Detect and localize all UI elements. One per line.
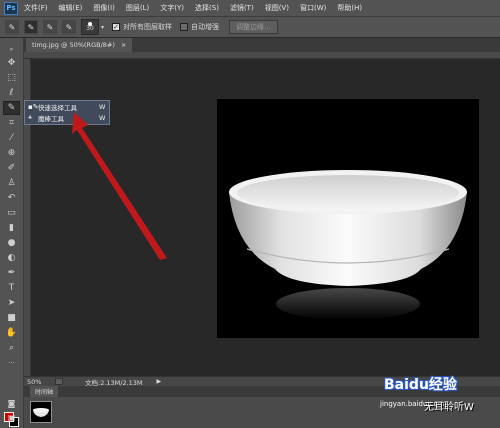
status-arrow-icon[interactable]: ▶ (157, 378, 162, 385)
timeline-tab[interactable]: 时间轴 (30, 386, 59, 397)
status-menu-icon[interactable] (55, 378, 63, 385)
zoom-level[interactable]: 50% (27, 378, 55, 386)
baidu-jingyan-watermark: Baidu经验 jingyan.baidu.com 无耳聆听W (380, 372, 500, 428)
annotation-arrow (72, 112, 167, 260)
frame-thumbnail[interactable] (30, 401, 52, 423)
watermark-author: 无耳聆听W (424, 402, 474, 413)
bowl-thumbnail-image (33, 408, 49, 417)
document-info: 文档:2.13M/2.13M (85, 378, 143, 387)
watermark-brand: Baidu经验 (384, 377, 457, 393)
photoshop-window: Ps 文件(F) 编辑(E) 图像(I) 图层(L) 文字(Y) 选择(S) 滤… (0, 0, 500, 428)
